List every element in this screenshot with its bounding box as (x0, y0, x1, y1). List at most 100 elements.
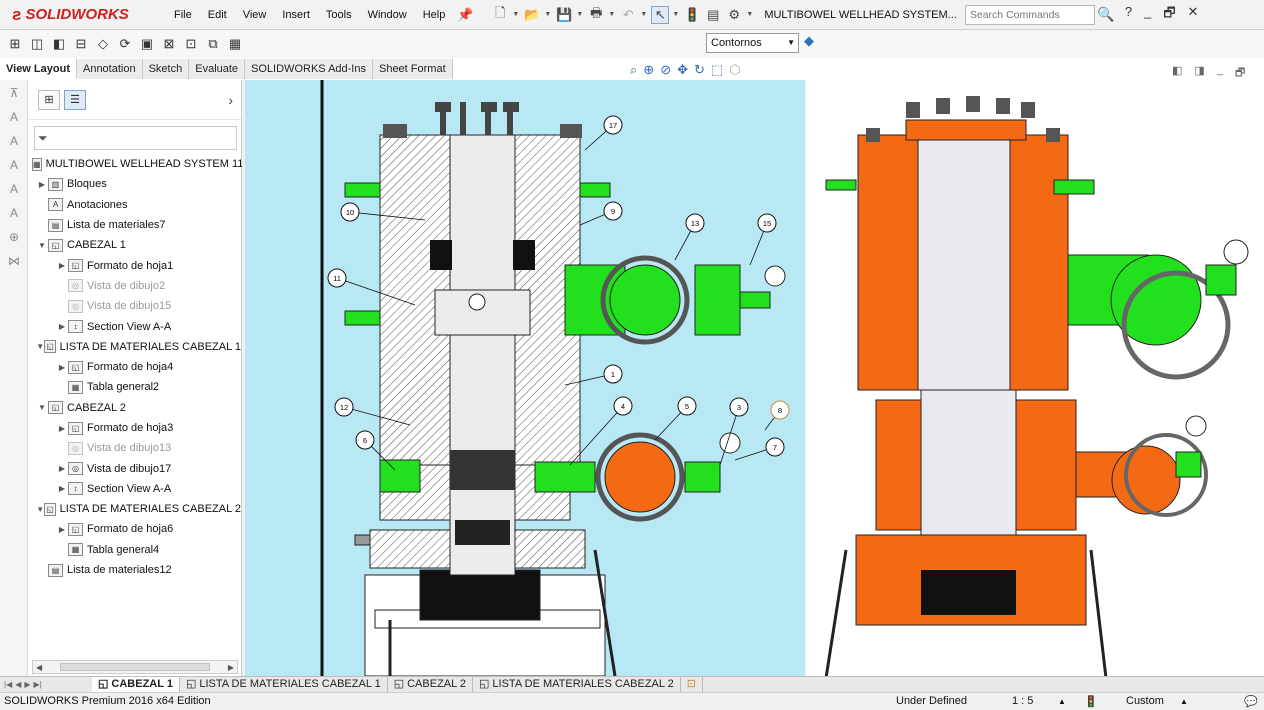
chevron-down-icon[interactable]: ▼ (672, 11, 680, 18)
units-value[interactable]: Custom (1126, 695, 1164, 707)
tree-item[interactable]: ▤ Lista de materiales7 (28, 215, 241, 235)
section-view-icon[interactable]: ⊟ (72, 35, 90, 53)
projected-view-icon[interactable]: ◫ (28, 35, 46, 53)
property-manager-tab[interactable]: ☰ (64, 89, 86, 110)
sheet-tab-cabezal-1[interactable]: ◱ CABEZAL 1 (92, 677, 180, 692)
menu-window[interactable]: Window (360, 0, 415, 30)
menu-view[interactable]: View (235, 0, 275, 30)
tree-item[interactable]: ▶ ↕ Section View A-A (28, 316, 241, 336)
restore-icon[interactable]: 🗗 (1163, 4, 1175, 26)
tab-solidworks-addins[interactable]: SOLIDWORKS Add-Ins (245, 59, 373, 79)
hide-show-icon[interactable]: ⬡ (729, 62, 740, 78)
help-icon[interactable]: ? (1125, 4, 1132, 26)
smart-dimension-icon[interactable]: ⊼ (5, 84, 23, 102)
last-sheet-icon[interactable]: ▶| (34, 680, 42, 689)
rotate-icon[interactable]: ↻ (694, 62, 705, 78)
balloon-callout[interactable]: 9 (579, 201, 623, 226)
drawing-sheet[interactable]: 17 9 10 13 15 11 1 12 4 5 3 8 6 7 (245, 80, 805, 677)
tree-item[interactable]: ▦ Tabla general2 (28, 377, 241, 397)
units-up-icon[interactable]: ▲ (1180, 697, 1188, 706)
chevron-down-icon[interactable]: ▼ (544, 11, 552, 18)
hole-callout-icon[interactable]: ⊕ (5, 228, 23, 246)
chevron-down-icon[interactable]: ▼ (36, 342, 44, 351)
eraser-icon[interactable]: ◆ (804, 33, 814, 49)
rebuild-icon[interactable]: 🚦 (683, 6, 701, 24)
options-gear-icon[interactable]: ⚙ (725, 6, 743, 24)
balloon-callout[interactable]: 8 (764, 400, 790, 431)
tab-sheet-format[interactable]: Sheet Format (372, 59, 453, 79)
new-document-icon[interactable]: 🗋 (491, 5, 509, 24)
chevron-down-icon[interactable]: ▼ (512, 11, 520, 18)
note-icon[interactable]: A (5, 108, 23, 126)
zoom-area-icon[interactable]: ⊕ (643, 62, 654, 78)
tree-item[interactable]: ▶ ◱ Formato de hoja1 (28, 255, 241, 275)
tree-item[interactable]: ◎ Vista de dibujo13 (28, 438, 241, 458)
search-icon[interactable]: 🔍 (1097, 6, 1115, 24)
balloon-icon[interactable]: A (5, 132, 23, 150)
sheet-tab-lista-cabezal-1[interactable]: ◱ LISTA DE MATERIALES CABEZAL 1 (180, 677, 388, 692)
tree-item[interactable]: ▦ Tabla general4 (28, 540, 241, 560)
tree-item[interactable]: ▼ ◱ LISTA DE MATERIALES CABEZAL 1 (28, 337, 241, 357)
tree-item[interactable]: ▼ ◱ LISTA DE MATERIALES CABEZAL 2 (28, 499, 241, 519)
sheet-tab-cabezal-2[interactable]: ◱ CABEZAL 2 (388, 677, 474, 692)
crop-view-icon[interactable]: ⊡ (182, 35, 200, 53)
first-sheet-icon[interactable]: |◀ (4, 680, 12, 689)
chevron-right-icon[interactable]: ▶ (56, 525, 68, 534)
print-icon[interactable]: 🖶 (587, 5, 605, 24)
menu-tools[interactable]: Tools (318, 0, 360, 30)
tab-annotation[interactable]: Annotation (76, 59, 143, 79)
next-sheet-icon[interactable]: ▶ (24, 680, 30, 689)
tree-item[interactable]: ▶ ▥ Bloques (28, 174, 241, 194)
chevron-down-icon[interactable]: ▼ (576, 11, 584, 18)
menu-file[interactable]: File (166, 0, 200, 30)
scroll-right-icon[interactable]: ▶ (228, 663, 234, 672)
chevron-down-icon[interactable]: ▼ (746, 11, 754, 18)
pin-icon[interactable]: 📌 (453, 7, 477, 23)
tree-horizontal-scrollbar[interactable]: ◀ ▶ (32, 660, 238, 674)
close-icon[interactable]: ✕ (1188, 4, 1199, 26)
rebuild-status-icon[interactable]: 🚦 (1084, 695, 1098, 708)
tree-item[interactable]: ▼ ◱ CABEZAL 2 (28, 398, 241, 418)
tree-item[interactable]: ▤ Lista de materiales12 (28, 560, 241, 580)
scale-up-icon[interactable]: ▲ (1058, 697, 1066, 706)
balloon-callout[interactable]: 13 (674, 213, 705, 261)
chevron-right-icon[interactable]: ▶ (56, 261, 68, 270)
balloon-callout[interactable]: 15 (749, 213, 777, 266)
menu-insert[interactable]: Insert (274, 0, 318, 30)
tab-sketch[interactable]: Sketch (142, 59, 190, 79)
chevron-right-icon[interactable]: › (228, 92, 233, 108)
add-sheet-tab[interactable]: ⊡ (681, 677, 703, 692)
minimize-icon[interactable]: _ (1144, 4, 1151, 26)
tree-item[interactable]: ▦ MULTIBOWEL WELLHEAD SYSTEM 11 (28, 154, 243, 174)
tree-item[interactable]: ▶ ↕ Section View A-A (28, 479, 241, 499)
pan-icon[interactable]: ✥ (677, 62, 688, 78)
solidworks-logo[interactable]: ƨ SOLIDWORKS (0, 0, 160, 30)
tree-item[interactable]: ▼ ◱ CABEZAL 1 (28, 235, 241, 255)
chevron-down-icon[interactable]: ▼ (36, 241, 48, 250)
tree-item[interactable]: ▶ ◱ Formato de hoja4 (28, 357, 241, 377)
chevron-right-icon[interactable]: ▶ (56, 464, 68, 473)
tree-item[interactable]: ▶ ◱ Formato de hoja3 (28, 418, 241, 438)
removed-section-icon[interactable]: ◇ (94, 35, 112, 53)
open-icon[interactable]: 📂 (523, 6, 541, 24)
balloon-callout[interactable]: 17 (584, 115, 623, 151)
sheet-tab-lista-cabezal-2[interactable]: ◱ LISTA DE MATERIALES CABEZAL 2 (473, 677, 681, 692)
display-style-select[interactable]: Contornos ▼ (706, 33, 799, 53)
scroll-left-icon[interactable]: ◀ (36, 663, 42, 672)
chevron-right-icon[interactable]: ▶ (36, 180, 48, 189)
alternate-position-icon[interactable]: ⧉ (204, 35, 222, 53)
balloon-callout[interactable]: 7 (734, 437, 785, 461)
sheet-scale[interactable]: 1 : 5 (1012, 695, 1033, 707)
detail-view-icon[interactable]: ⟳ (116, 35, 134, 53)
balloon-callout[interactable]: 3 (719, 397, 749, 466)
break-icon[interactable]: ⊠ (160, 35, 178, 53)
chevron-down-icon[interactable]: ▼ (608, 11, 616, 18)
select-icon[interactable]: ↖ (651, 5, 670, 24)
menu-edit[interactable]: Edit (200, 0, 235, 30)
tab-evaluate[interactable]: Evaluate (189, 59, 246, 79)
weld-symbol-icon[interactable]: A (5, 204, 23, 222)
file-properties-icon[interactable]: ▤ (704, 6, 722, 24)
tree-item[interactable]: ▶ ◎ Vista de dibujo17 (28, 458, 241, 478)
prev-sheet-icon[interactable]: ◀ (15, 680, 21, 689)
save-icon[interactable]: 💾 (555, 6, 573, 24)
